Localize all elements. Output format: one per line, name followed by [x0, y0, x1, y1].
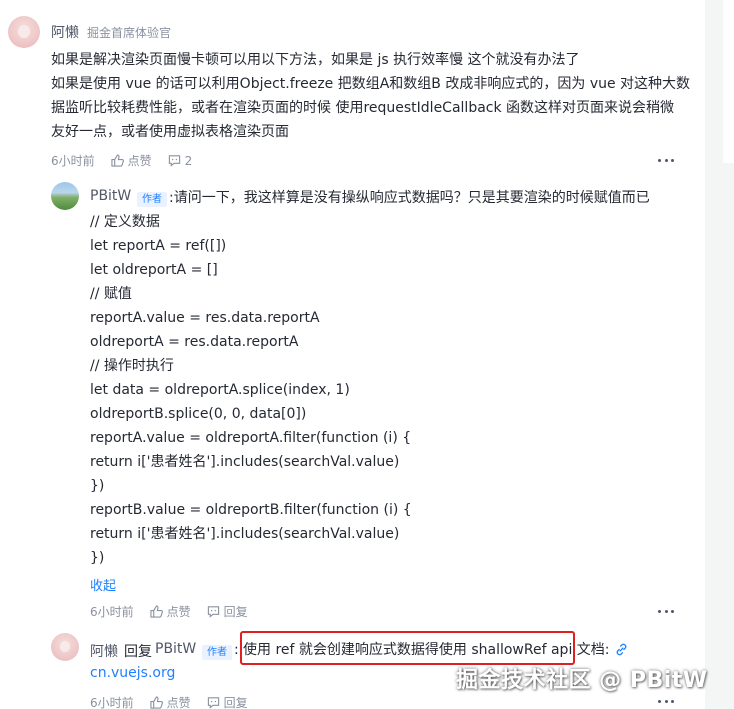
reply-code-line: return i['患者姓名'].includes(searchVal.valu… — [90, 526, 400, 542]
reply-code-line: return i['患者姓名'].includes(searchVal.valu… — [90, 454, 400, 470]
reply-code-line: oldreportA = res.data.reportA — [90, 334, 299, 350]
reply2-like-label: 点赞 — [166, 696, 191, 709]
author-badge: 作者 — [202, 645, 232, 660]
reply2-actions: 6小时前 点赞 回复 — [90, 694, 264, 709]
thumb-up-icon — [150, 605, 163, 618]
reply-time: 6小时前 — [90, 605, 134, 619]
reply-code-line: let oldreportA = [] — [90, 262, 218, 278]
link-icon[interactable] — [614, 642, 629, 657]
reply-more-icon[interactable] — [658, 610, 674, 614]
reply-code-line: oldreportB.splice(0, 0, data[0]) — [90, 406, 307, 422]
comment-author-title: 掘金首席体验官 — [87, 26, 172, 40]
comment-text-line: 如果是使用 vue 的话可以利用Object.freeze 把数组A和数组B 改… — [51, 76, 691, 92]
reply-reply-label: 回复 — [223, 605, 248, 619]
comment-like-label: 点赞 — [127, 154, 152, 168]
reply-text-line: :请问一下，我这样算是没有操纵响应式数据吗？只是其要渲染的时候赋值而已 — [169, 190, 650, 206]
reply2-reply-label: 回复 — [223, 696, 248, 709]
comment-bubble-icon — [207, 697, 219, 709]
reply-reply-button[interactable]: 回复 — [207, 603, 248, 620]
reply-like-label: 点赞 — [166, 605, 191, 619]
comment-time: 6小时前 — [51, 154, 95, 168]
collapse-link[interactable]: 收起 — [90, 575, 116, 594]
reply-code-line: reportA.value = oldreportA.filter(functi… — [90, 430, 412, 446]
reply-like-button[interactable]: 点赞 — [150, 603, 191, 620]
watermark: 掘金技术社区 @ PBitW — [456, 668, 708, 693]
comment-bubble-icon — [207, 606, 219, 618]
reply2-colon: : — [234, 642, 239, 658]
reply2-more-icon[interactable] — [658, 700, 674, 704]
comment-actions: 6小时前 点赞 2 — [51, 152, 208, 169]
reply-code-line: // 操作时执行 — [90, 358, 174, 374]
reply2-target-name[interactable]: PBitW — [155, 641, 196, 657]
reply-code-line: // 赋值 — [90, 286, 132, 302]
comment-reply-button[interactable]: 2 — [168, 153, 193, 168]
comment-more-icon[interactable] — [658, 159, 674, 163]
reply2-author-avatar[interactable] — [51, 633, 79, 661]
reply-code-line: }) — [90, 550, 105, 566]
reply2-like-button[interactable]: 点赞 — [150, 694, 191, 709]
reply-author-name[interactable]: PBitW — [90, 188, 131, 204]
comment-author-name[interactable]: 阿懒 — [51, 22, 79, 42]
comment-text-line: 据监听比较耗费性能，或者在渲染页面的时候 使用requestIdleCallba… — [51, 100, 675, 116]
reply2-reply-button[interactable]: 回复 — [207, 694, 248, 709]
right-sidebar-gutter — [705, 0, 734, 709]
reply-code-line: reportA.value = res.data.reportA — [90, 310, 320, 326]
comment-bubble-icon — [168, 155, 180, 167]
comment-reply-count: 2 — [184, 153, 193, 168]
doc-link[interactable]: cn.vuejs.org — [90, 665, 175, 681]
reply-code-line: // 定义数据 — [90, 214, 160, 230]
comment-text-line: 如果是解决渲染页面慢卡顿可以用以下方法，如果是 js 执行效率慢 这个就没有办法… — [51, 52, 580, 68]
comment-text-line: 友好一点，或者使用虚拟表格渲染页面 — [51, 124, 289, 140]
thumb-up-icon — [150, 696, 163, 709]
reply-code-line: reportB.value = oldreportB.filter(functi… — [90, 502, 412, 518]
reply-code-line: let data = oldreportA.splice(index, 1) — [90, 382, 350, 398]
reply2-reply-word: 回复 — [124, 644, 152, 660]
reply2-time: 6小时前 — [90, 696, 134, 709]
reply-code-line: let reportA = ref([]) — [90, 238, 227, 254]
reply-author-avatar[interactable] — [51, 182, 79, 210]
reply2-author-name[interactable]: 阿懒 — [90, 641, 118, 661]
thumb-up-icon — [111, 154, 124, 167]
highlight-box — [240, 631, 575, 665]
comment-author-avatar[interactable] — [8, 16, 40, 48]
comment-like-button[interactable]: 点赞 — [111, 152, 152, 169]
author-badge: 作者 — [137, 192, 167, 207]
reply-code-line: }) — [90, 478, 105, 494]
reply-actions: 6小时前 点赞 回复 — [90, 603, 264, 620]
